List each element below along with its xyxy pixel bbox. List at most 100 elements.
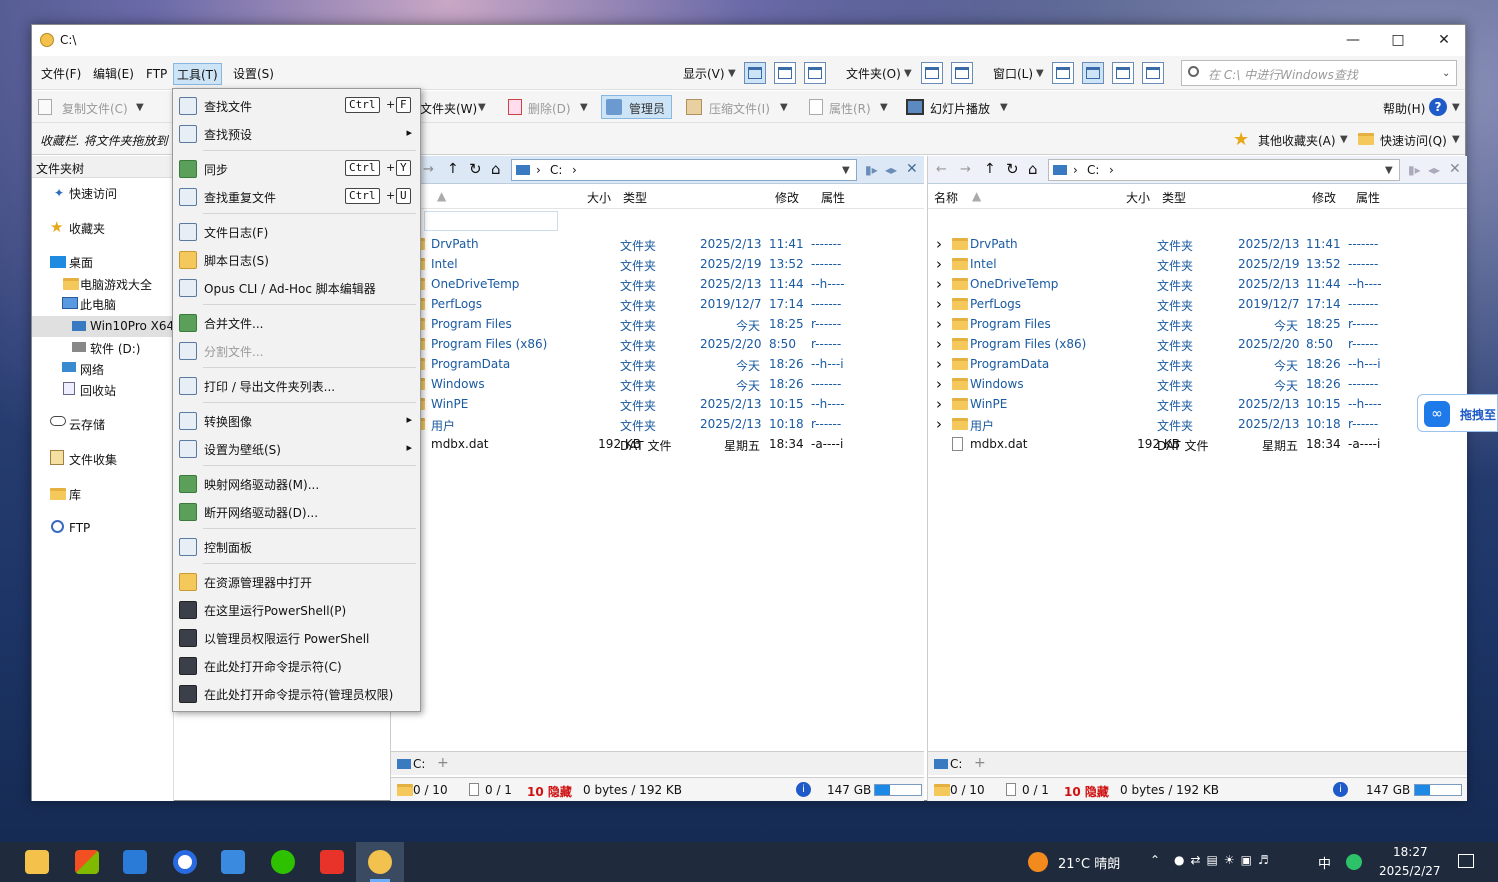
file-row[interactable]: WinPE 文件夹 2025/2/13 10:15 --h---- <box>391 394 924 414</box>
menu-item[interactable]: 映射网络驱动器(M)... <box>173 471 420 497</box>
menu-item[interactable]: 文件日志(F) <box>173 219 420 245</box>
home-icon[interactable]: ⌂ <box>1028 160 1038 178</box>
menu-item[interactable]: 同步 Ctrl + Y <box>173 156 420 182</box>
menu-edit[interactable]: 编辑(E) <box>90 63 137 85</box>
path-segment[interactable]: C: <box>550 163 562 177</box>
menu-file[interactable]: 文件(F) <box>38 63 84 85</box>
menu-window[interactable]: 窗口(L) <box>990 63 1036 85</box>
search-input[interactable]: 在 C:\ 中进行Windows查找 ⌄ <box>1181 60 1457 86</box>
menu-item[interactable]: 控制面板 <box>173 534 420 560</box>
files-app-icon[interactable] <box>221 850 245 874</box>
up-icon[interactable]: ↑ <box>984 161 996 177</box>
close-pane-icon[interactable]: ✕ <box>1449 161 1461 177</box>
drag-drop-widget[interactable]: ∞ 拖拽至 <box>1417 394 1498 432</box>
tree-item-quick-access[interactable]: 快速访问 <box>69 185 117 202</box>
forward-icon[interactable]: → <box>423 162 434 177</box>
delete-button[interactable]: 删除(D) <box>528 100 571 117</box>
wps-icon[interactable] <box>320 850 344 874</box>
grid-view-icon[interactable] <box>921 62 943 84</box>
column-type[interactable]: 类型 <box>1162 189 1186 206</box>
menu-ftp[interactable]: FTP <box>143 63 170 85</box>
file-row[interactable]: PerfLogs 文件夹 2019/12/7 17:14 ------- <box>391 294 924 314</box>
shield-icon[interactable] <box>1346 854 1362 870</box>
menu-view[interactable]: 显示(V) <box>680 63 728 85</box>
menu-item[interactable]: Opus CLI / Ad-Hoc 脚本编辑器 <box>173 275 420 301</box>
tab-c-drive[interactable]: C: <box>950 757 962 771</box>
pane-layout-icon[interactable] <box>1082 62 1104 84</box>
tree-item-ftp[interactable]: FTP <box>69 521 90 535</box>
column-type[interactable]: 类型 <box>623 189 647 206</box>
menu-item[interactable]: 打印 / 导出文件夹列表... <box>173 373 420 399</box>
column-size[interactable]: 大小 <box>1126 189 1150 206</box>
refresh-icon[interactable]: ↻ <box>469 160 482 178</box>
ime-indicator[interactable]: 中 <box>1318 853 1331 872</box>
menu-item[interactable]: 在此处打开命令提示符(管理员权限) <box>173 681 420 707</box>
tray-icons[interactable]: ●⇄▤☀▣♬ <box>1174 853 1275 867</box>
close-button[interactable]: ✕ <box>1421 25 1467 55</box>
swap-icon[interactable]: ◂▸ <box>1428 163 1440 177</box>
info-icon[interactable]: i <box>1333 782 1348 797</box>
menu-item[interactable]: 查找文件 Ctrl + F <box>173 93 420 119</box>
file-row[interactable]: ProgramData 文件夹 今天 18:26 --h---i <box>391 354 924 374</box>
slideshow-button[interactable]: 幻灯片播放 <box>930 100 990 117</box>
pane-layout-icon[interactable] <box>1112 62 1134 84</box>
file-row[interactable]: › Program Files 文件夹 今天 18:25 r------ <box>928 314 1467 334</box>
tab-c-drive[interactable]: C: <box>413 757 425 771</box>
menu-item[interactable]: 在资源管理器中打开 <box>173 569 420 595</box>
layout-icon[interactable] <box>804 62 826 84</box>
menu-item[interactable]: 转换图像 ▸ <box>173 408 420 434</box>
add-tab-icon[interactable]: + <box>974 755 986 771</box>
file-row[interactable]: › Intel 文件夹 2025/2/19 13:52 ------- <box>928 254 1467 274</box>
file-row[interactable]: › 用户 文件夹 2025/2/13 10:18 r------ <box>928 414 1467 434</box>
menu-item[interactable]: 查找预设 ▸ <box>173 121 420 147</box>
layout-icon[interactable] <box>774 62 796 84</box>
file-row[interactable]: Windows 文件夹 今天 18:26 ------- <box>391 374 924 394</box>
menu-item[interactable]: 合并文件... <box>173 310 420 336</box>
browser-icon[interactable] <box>173 850 197 874</box>
tree-item-collections[interactable]: 文件收集 <box>69 451 117 468</box>
quick-access-button[interactable]: 快速访问(Q) <box>1380 132 1447 149</box>
column-size[interactable]: 大小 <box>587 189 611 206</box>
file-row[interactable]: mdbx.dat 192 KB DAT 文件 星期五 18:34 -a----i <box>391 434 924 454</box>
column-modified[interactable]: 修改 <box>775 189 799 206</box>
file-row[interactable]: DrvPath 文件夹 2025/2/13 11:41 ------- <box>391 234 924 254</box>
notification-icon[interactable] <box>1458 854 1474 868</box>
tree-item-cloud[interactable]: 云存储 <box>69 416 105 433</box>
tree-item-favorites[interactable]: 收藏夹 <box>69 220 105 237</box>
compress-button[interactable]: 压缩文件(I) <box>709 100 770 117</box>
file-row[interactable]: Intel 文件夹 2025/2/19 13:52 ------- <box>391 254 924 274</box>
menu-item[interactable]: 查找重复文件 Ctrl + U <box>173 184 420 210</box>
store-icon[interactable] <box>75 850 99 874</box>
menu-folder[interactable]: 文件夹(O) <box>843 63 904 85</box>
file-row[interactable]: 用户 文件夹 2025/2/13 10:18 r------ <box>391 414 924 434</box>
mail-icon[interactable] <box>123 850 147 874</box>
tree-item-desktop[interactable]: 桌面 <box>69 254 93 271</box>
file-row[interactable]: › WinPE 文件夹 2025/2/13 10:15 --h---- <box>928 394 1467 414</box>
column-modified[interactable]: 修改 <box>1312 189 1336 206</box>
file-row[interactable]: › DrvPath 文件夹 2025/2/13 11:41 ------- <box>928 234 1467 254</box>
status-hidden[interactable]: 10 隐藏 <box>527 783 572 800</box>
tree-item-network[interactable]: 网络 <box>80 361 104 378</box>
file-row[interactable]: Program Files 文件夹 今天 18:25 r------ <box>391 314 924 334</box>
tree-item-games[interactable]: 电脑游戏大全 <box>80 276 152 293</box>
clock-date[interactable]: 2025/2/27 <box>1379 864 1441 878</box>
info-icon[interactable]: i <box>796 782 811 797</box>
close-pane-icon[interactable]: ✕ <box>906 161 918 177</box>
column-name[interactable]: 名称 <box>934 189 958 206</box>
menu-item[interactable]: 设置为壁纸(S) ▸ <box>173 436 420 462</box>
other-favorites-button[interactable]: 其他收藏夹(A) <box>1258 132 1336 149</box>
tray-chevron-icon[interactable]: ⌃ <box>1150 853 1160 867</box>
tree-item-d-drive[interactable]: 软件 (D:) <box>90 340 140 357</box>
folder-button[interactable]: 文件夹(W) <box>420 100 477 117</box>
path-box[interactable]: › C: › ▼ <box>511 159 857 181</box>
file-explorer-icon[interactable] <box>25 850 49 874</box>
copy-button[interactable]: 复制文件(C) <box>62 100 128 117</box>
tree-item-recycle-bin[interactable]: 回收站 <box>80 382 116 399</box>
properties-button[interactable]: 属性(R) <box>829 100 871 117</box>
file-row[interactable]: › ProgramData 文件夹 今天 18:26 --h---i <box>928 354 1467 374</box>
pane-layout-icon[interactable] <box>1052 62 1074 84</box>
menu-tools[interactable]: 工具(T) <box>173 63 222 85</box>
up-icon[interactable]: ↑ <box>447 161 459 177</box>
menu-settings[interactable]: 设置(S) <box>230 63 277 85</box>
pane-toggle-icon[interactable]: ▮▸ <box>1408 163 1421 177</box>
